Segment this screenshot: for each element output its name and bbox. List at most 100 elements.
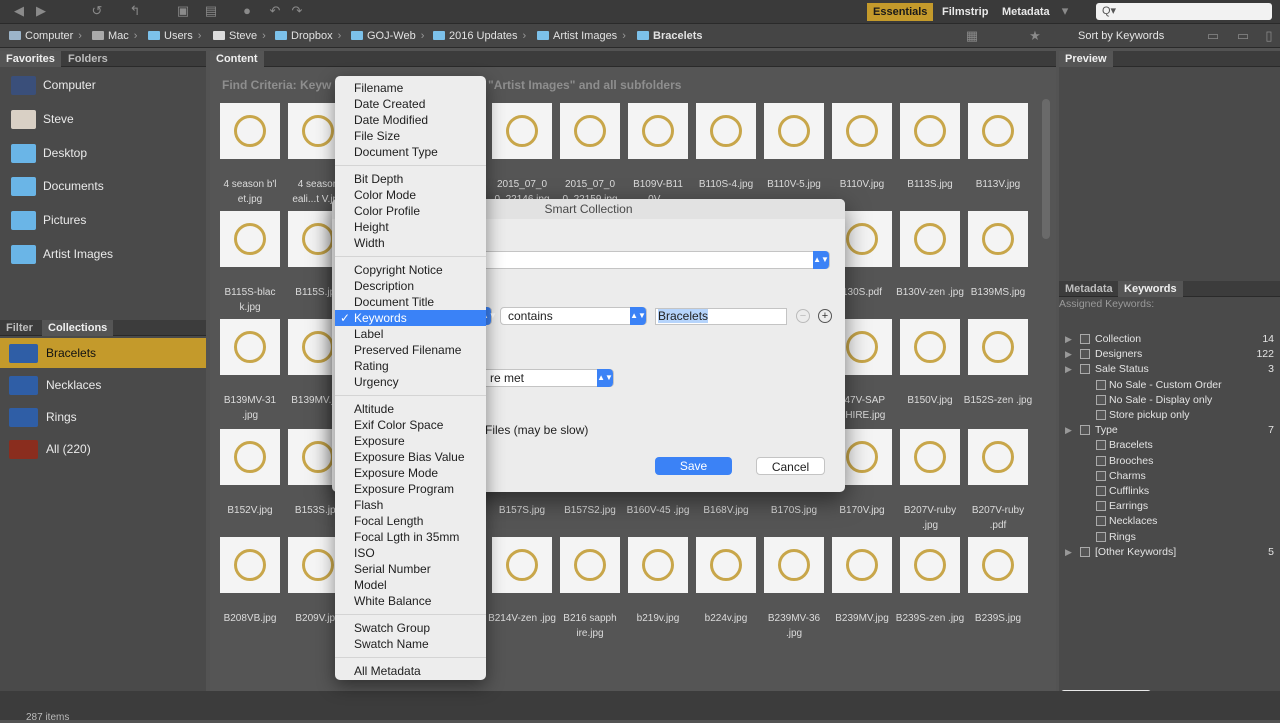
collection-necklaces[interactable]: Necklaces bbox=[0, 370, 206, 400]
keyword-row[interactable]: ▶ Sale Status 3 bbox=[1059, 362, 1280, 377]
menu-item[interactable]: Exposure bbox=[335, 433, 486, 449]
keyword-row[interactable]: ▶ Collection 14 bbox=[1059, 332, 1280, 347]
tab-collections[interactable]: Collections bbox=[42, 320, 114, 336]
thumbnail[interactable] bbox=[968, 211, 1028, 267]
thumbnail[interactable] bbox=[492, 537, 552, 593]
menu-item[interactable]: Exposure Bias Value bbox=[335, 449, 486, 465]
menu-item[interactable]: Swatch Group bbox=[335, 620, 486, 636]
keyword-checkbox[interactable] bbox=[1080, 334, 1090, 344]
thumbnail[interactable] bbox=[696, 537, 756, 593]
menu-item[interactable]: Color Mode bbox=[335, 187, 486, 203]
menu-item[interactable]: Focal Lgth in 35mm bbox=[335, 529, 486, 545]
trash-icon[interactable]: ▯ bbox=[1262, 29, 1276, 43]
open-recent-icon[interactable]: ● bbox=[240, 4, 254, 18]
search-input[interactable]: Q▾ bbox=[1096, 3, 1272, 20]
disclosure-triangle-icon[interactable]: ▶ bbox=[1065, 362, 1072, 377]
keyword-row[interactable]: Bracelets bbox=[1059, 438, 1280, 453]
thumbnail[interactable] bbox=[560, 537, 620, 593]
crumb-dropbox[interactable]: Dropbox › bbox=[275, 29, 341, 43]
thumbnail[interactable] bbox=[696, 103, 756, 159]
keyword-checkbox[interactable] bbox=[1096, 379, 1106, 390]
keyword-checkbox[interactable] bbox=[1080, 425, 1090, 436]
refine-icon[interactable]: ▤ bbox=[204, 4, 218, 18]
crumb-bracelets[interactable]: Bracelets bbox=[637, 29, 703, 43]
thumbnail[interactable] bbox=[220, 211, 280, 267]
workspace-filmstrip[interactable]: Filmstrip bbox=[936, 3, 994, 21]
menu-item[interactable]: Exposure Program bbox=[335, 481, 486, 497]
thumbnail[interactable] bbox=[628, 103, 688, 159]
menu-item[interactable]: All Metadata bbox=[335, 663, 486, 679]
tab-filter[interactable]: Filter bbox=[0, 320, 39, 336]
collection-rings[interactable]: Rings bbox=[0, 402, 206, 432]
keyword-row[interactable]: Store pickup only bbox=[1059, 408, 1280, 423]
menu-item[interactable]: Altitude bbox=[335, 401, 486, 417]
menu-item[interactable]: Model bbox=[335, 577, 486, 593]
thumbnail[interactable] bbox=[832, 537, 892, 593]
match-select[interactable]: re met ▲▼ bbox=[482, 369, 614, 387]
keyword-checkbox[interactable] bbox=[1080, 364, 1090, 375]
chevron-down-icon[interactable]: ▾ bbox=[1058, 4, 1072, 18]
menu-item[interactable]: Height bbox=[335, 219, 486, 235]
thumbnail[interactable] bbox=[900, 103, 960, 159]
thumbnail[interactable] bbox=[900, 429, 960, 485]
tab-favorites[interactable]: Favorites bbox=[0, 51, 61, 67]
keyword-checkbox[interactable] bbox=[1096, 394, 1106, 405]
collection-all[interactable]: All (220) bbox=[0, 434, 206, 464]
thumbnail[interactable] bbox=[220, 319, 280, 375]
menu-item[interactable]: Date Modified bbox=[335, 112, 486, 128]
menu-item[interactable]: Description bbox=[335, 278, 486, 294]
keyword-row[interactable]: ▶ [Other Keywords] 5 bbox=[1059, 545, 1280, 560]
keyword-row[interactable]: Earrings bbox=[1059, 499, 1280, 514]
crumb-artist-images[interactable]: Artist Images › bbox=[537, 29, 626, 43]
fav-artist-images[interactable]: Artist Images bbox=[0, 239, 206, 269]
fav-documents[interactable]: Documents bbox=[0, 171, 206, 201]
menu-item[interactable]: Document Type bbox=[335, 144, 486, 160]
thumbnail[interactable] bbox=[220, 537, 280, 593]
keyword-checkbox[interactable] bbox=[1096, 486, 1106, 496]
crumb-users[interactable]: Users › bbox=[148, 29, 201, 43]
menu-item[interactable]: Exif Color Space bbox=[335, 417, 486, 433]
crumb-computer[interactable]: Computer › bbox=[9, 29, 82, 43]
menu-item[interactable]: File Size bbox=[335, 128, 486, 144]
grid-icon[interactable]: ▦ bbox=[965, 29, 979, 43]
thumbnail[interactable] bbox=[900, 211, 960, 267]
rotate-right-icon[interactable]: ↷ bbox=[290, 4, 304, 18]
add-criteria-icon[interactable]: + bbox=[818, 309, 832, 323]
sort-dropdown[interactable]: Sort by Keywords bbox=[1078, 30, 1164, 42]
menu-item[interactable]: ✓ Keywords bbox=[335, 310, 486, 326]
fav-steve[interactable]: Steve bbox=[0, 104, 206, 134]
reveal-icon[interactable]: ↺ bbox=[90, 4, 104, 18]
remove-criteria-icon[interactable]: − bbox=[796, 309, 810, 323]
new-folder-icon[interactable]: ▭ bbox=[1236, 29, 1250, 43]
menu-item[interactable]: ISO bbox=[335, 545, 486, 561]
folder-icon[interactable]: ▭ bbox=[1206, 29, 1220, 43]
tab-preview[interactable]: Preview bbox=[1059, 51, 1113, 67]
keyword-row[interactable]: Charms bbox=[1059, 469, 1280, 484]
menu-item[interactable]: Width bbox=[335, 235, 486, 251]
thumbnail[interactable] bbox=[832, 103, 892, 159]
keyword-checkbox[interactable] bbox=[1080, 349, 1090, 360]
criteria-value-input[interactable]: Bracelets bbox=[655, 308, 787, 325]
thumbnail[interactable] bbox=[220, 429, 280, 485]
menu-item[interactable]: Color Profile bbox=[335, 203, 486, 219]
fav-pictures[interactable]: Pictures bbox=[0, 205, 206, 235]
menu-item[interactable]: Bit Depth bbox=[335, 171, 486, 187]
forward-icon[interactable]: ▶ bbox=[34, 4, 48, 18]
disclosure-triangle-icon[interactable]: ▶ bbox=[1065, 545, 1072, 560]
thumbnail[interactable] bbox=[968, 319, 1028, 375]
crumb-mac[interactable]: Mac › bbox=[92, 29, 137, 43]
menu-item[interactable]: White Balance bbox=[335, 593, 486, 609]
thumbnail[interactable] bbox=[560, 103, 620, 159]
keyword-row[interactable]: No Sale - Display only bbox=[1059, 393, 1280, 408]
menu-item[interactable]: Date Created bbox=[335, 96, 486, 112]
keyword-checkbox[interactable] bbox=[1096, 531, 1106, 542]
crumb-goj-web[interactable]: GOJ-Web › bbox=[351, 29, 424, 43]
collection-bracelets[interactable]: Bracelets bbox=[0, 338, 206, 368]
menu-item[interactable]: Exposure Mode bbox=[335, 465, 486, 481]
menu-item[interactable]: Focal Length bbox=[335, 513, 486, 529]
keyword-checkbox[interactable] bbox=[1096, 501, 1106, 512]
menu-item[interactable]: Copyright Notice bbox=[335, 262, 486, 278]
thumbnail[interactable] bbox=[900, 319, 960, 375]
keyword-checkbox[interactable] bbox=[1096, 470, 1106, 481]
crumb-2016-updates[interactable]: 2016 Updates › bbox=[433, 29, 526, 43]
